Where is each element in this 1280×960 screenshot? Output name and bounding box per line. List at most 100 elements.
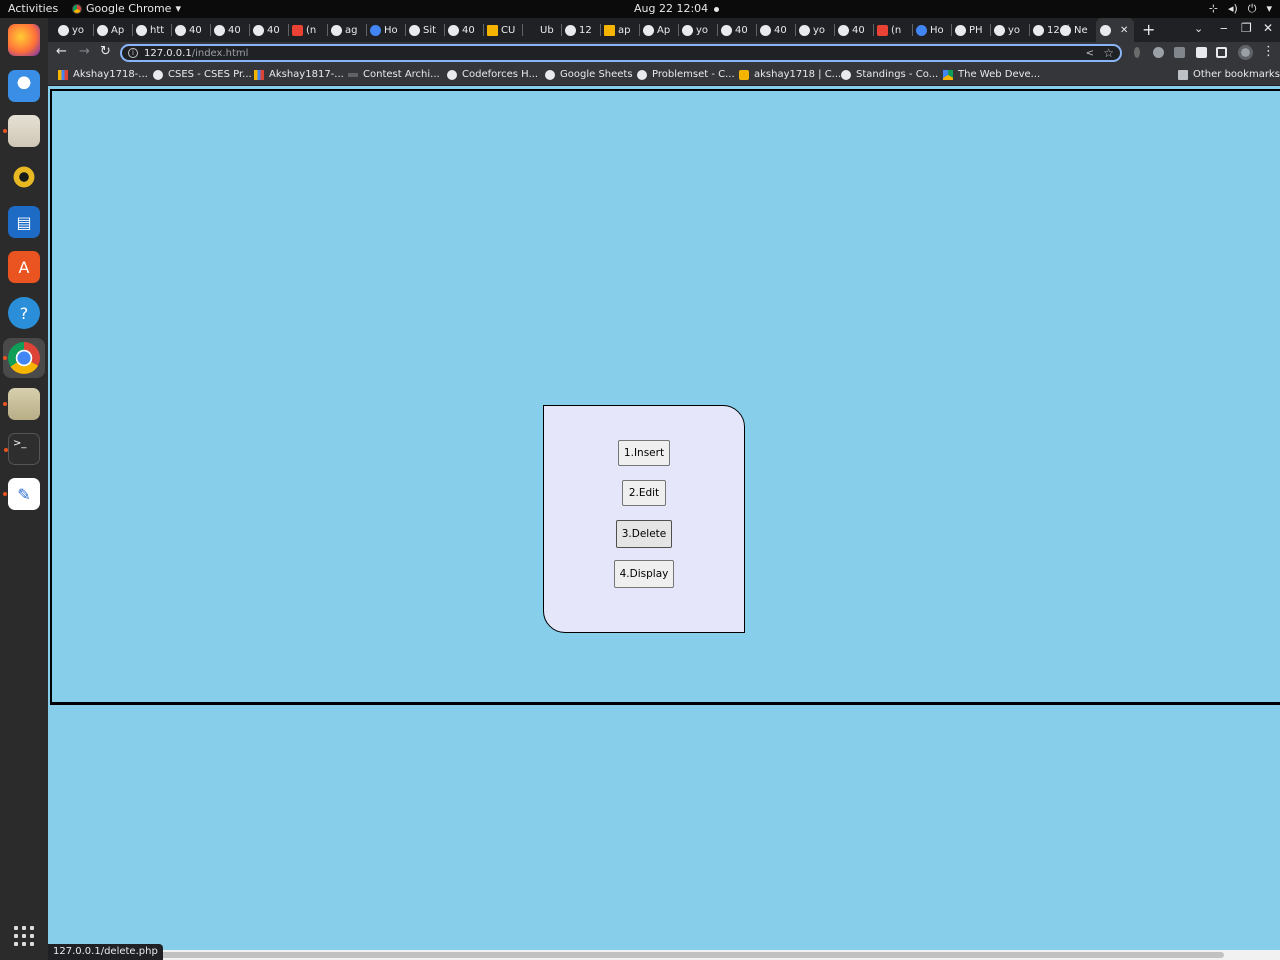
globe-icon xyxy=(214,24,225,36)
tab[interactable]: Sit xyxy=(409,22,445,38)
help-icon[interactable]: ? xyxy=(8,297,40,329)
side-panel-icon[interactable] xyxy=(1216,47,1227,58)
insert-button[interactable]: 1.Insert xyxy=(618,440,670,466)
bookmark-item[interactable]: Google Sheets xyxy=(545,69,633,80)
bookmark-item[interactable]: Akshay1817-... xyxy=(254,69,344,80)
archive-icon[interactable] xyxy=(3,388,40,420)
tab-label: 40 xyxy=(852,24,865,36)
globe-icon xyxy=(545,69,555,80)
writer-icon[interactable]: ▤ xyxy=(8,206,40,238)
globe-icon xyxy=(153,69,163,80)
tab[interactable]: yo xyxy=(799,22,835,38)
bookmark-label: Akshay1718-... xyxy=(73,69,148,80)
tab-label: 40 xyxy=(267,24,280,36)
tab-label: 40 xyxy=(774,24,787,36)
terminal-icon[interactable]: >_ xyxy=(4,433,40,465)
system-top-bar: Activities Google Chrome ▾ Aug 22 12:04 … xyxy=(0,0,1280,18)
browser-toolbar: ← → ↻ i 127.0.0.1/index.html < ☆ ⋮ xyxy=(48,42,1280,64)
tab[interactable]: Ho xyxy=(916,22,952,38)
tab-label: yo xyxy=(696,24,709,36)
tab[interactable]: yo xyxy=(994,22,1030,38)
tab[interactable]: 40 xyxy=(838,22,874,38)
firefox-icon[interactable] xyxy=(8,24,40,56)
tab-label: CU xyxy=(501,24,516,36)
bookmark-item[interactable]: Codeforces H... xyxy=(447,69,538,80)
profile-avatar[interactable] xyxy=(1238,45,1253,60)
tab[interactable]: 40 xyxy=(214,22,250,38)
files-icon[interactable] xyxy=(3,115,40,147)
tab-active[interactable]: ✕ xyxy=(1096,18,1134,42)
reload-button[interactable]: ↻ xyxy=(100,44,111,59)
bookmark-favicon xyxy=(348,72,358,77)
close-tab-icon[interactable]: ✕ xyxy=(1120,25,1128,36)
bookmark-favicon xyxy=(58,69,68,80)
bookmark-item[interactable]: Akshay1718-... xyxy=(58,69,148,80)
tab[interactable]: 40 xyxy=(760,22,796,38)
delete-button[interactable]: 3.Delete xyxy=(616,520,672,548)
tab[interactable]: 40 xyxy=(253,22,289,38)
kebab-menu-icon[interactable]: ⋮ xyxy=(1262,44,1275,59)
clock-label: Aug 22 12:04 xyxy=(634,2,709,15)
restore-button[interactable]: ❐ xyxy=(1241,21,1252,35)
bookmark-item[interactable]: akshay1718 | C... xyxy=(739,69,841,80)
system-menu[interactable]: ⊹ ◂) ⏻ ▾ xyxy=(1209,2,1272,16)
display-button[interactable]: 4.Display xyxy=(614,560,674,588)
address-bar[interactable]: i 127.0.0.1/index.html < ☆ xyxy=(120,44,1122,62)
chrome-icon[interactable] xyxy=(3,342,40,374)
loading-icon xyxy=(370,24,381,36)
app-menu[interactable]: Google Chrome ▾ xyxy=(72,2,181,15)
edit-button[interactable]: 2.Edit xyxy=(622,480,666,506)
tab-label: htt xyxy=(150,24,165,36)
tab[interactable]: ag xyxy=(331,22,367,38)
chart-icon xyxy=(604,24,615,36)
tab[interactable]: CU xyxy=(487,22,523,38)
back-button[interactable]: ← xyxy=(56,44,67,59)
gear-icon[interactable] xyxy=(1153,47,1164,58)
scrollbar-thumb[interactable] xyxy=(52,952,1224,958)
tab[interactable]: Ap xyxy=(97,22,133,38)
tab[interactable]: ap xyxy=(604,22,640,38)
site-info-icon[interactable]: i xyxy=(128,48,138,58)
tab[interactable]: yo xyxy=(682,22,718,38)
tab[interactable]: PH xyxy=(955,22,991,38)
bookmark-item[interactable]: Standings - Co... xyxy=(841,69,938,80)
tab-search-button[interactable]: ⌄ xyxy=(1194,22,1203,35)
tab[interactable]: Ho xyxy=(370,22,406,38)
tab[interactable]: Ub xyxy=(526,22,562,38)
tab[interactable]: htt xyxy=(136,22,172,38)
tab[interactable]: (n xyxy=(292,22,328,38)
bookmark-item[interactable]: Problemset - C... xyxy=(637,69,735,80)
browser-window: yo Ap htt 40 40 40 (n ag Ho Sit 40 CU Ub… xyxy=(48,18,1280,960)
chart-extension-icon[interactable] xyxy=(1174,47,1185,58)
tab[interactable]: 40 xyxy=(175,22,211,38)
show-applications-icon[interactable] xyxy=(14,926,34,946)
tab[interactable]: Ne xyxy=(1060,22,1096,38)
tab[interactable]: yo xyxy=(58,22,94,38)
text-editor-icon[interactable]: ✎ xyxy=(3,478,40,510)
activities-button[interactable]: Activities xyxy=(8,2,58,15)
minimize-button[interactable]: ‒ xyxy=(1220,21,1228,35)
tab[interactable]: 12 xyxy=(565,22,601,38)
puzzle-icon[interactable] xyxy=(1196,47,1207,58)
tab[interactable]: 40 xyxy=(721,22,757,38)
bookmark-item[interactable]: The Web Deve... xyxy=(943,69,1040,80)
other-bookmarks[interactable]: Other bookmarks xyxy=(1178,69,1280,80)
bookmark-label: Google Sheets xyxy=(560,69,633,80)
rhythmbox-icon[interactable] xyxy=(8,161,40,193)
forward-button[interactable]: → xyxy=(79,44,90,59)
share-icon[interactable]: < xyxy=(1086,48,1094,59)
new-tab-button[interactable]: + xyxy=(1142,20,1155,39)
tab[interactable]: (n xyxy=(877,22,913,38)
close-window-button[interactable]: ✕ xyxy=(1263,21,1273,35)
tab[interactable]: 40 xyxy=(448,22,484,38)
app-center-icon[interactable]: A xyxy=(8,251,40,283)
bookmark-item[interactable]: CSES - CSES Pr... xyxy=(153,69,252,80)
horizontal-scrollbar[interactable] xyxy=(48,950,1280,960)
extension-icon[interactable] xyxy=(1134,47,1140,58)
bookmark-star-icon[interactable]: ☆ xyxy=(1103,46,1114,60)
thunderbird-icon[interactable] xyxy=(8,70,40,102)
tab[interactable]: Ap xyxy=(643,22,679,38)
clock[interactable]: Aug 22 12:04 xyxy=(634,2,720,15)
bookmark-item[interactable]: Contest Archi... xyxy=(348,69,440,80)
globe-icon xyxy=(331,24,342,36)
